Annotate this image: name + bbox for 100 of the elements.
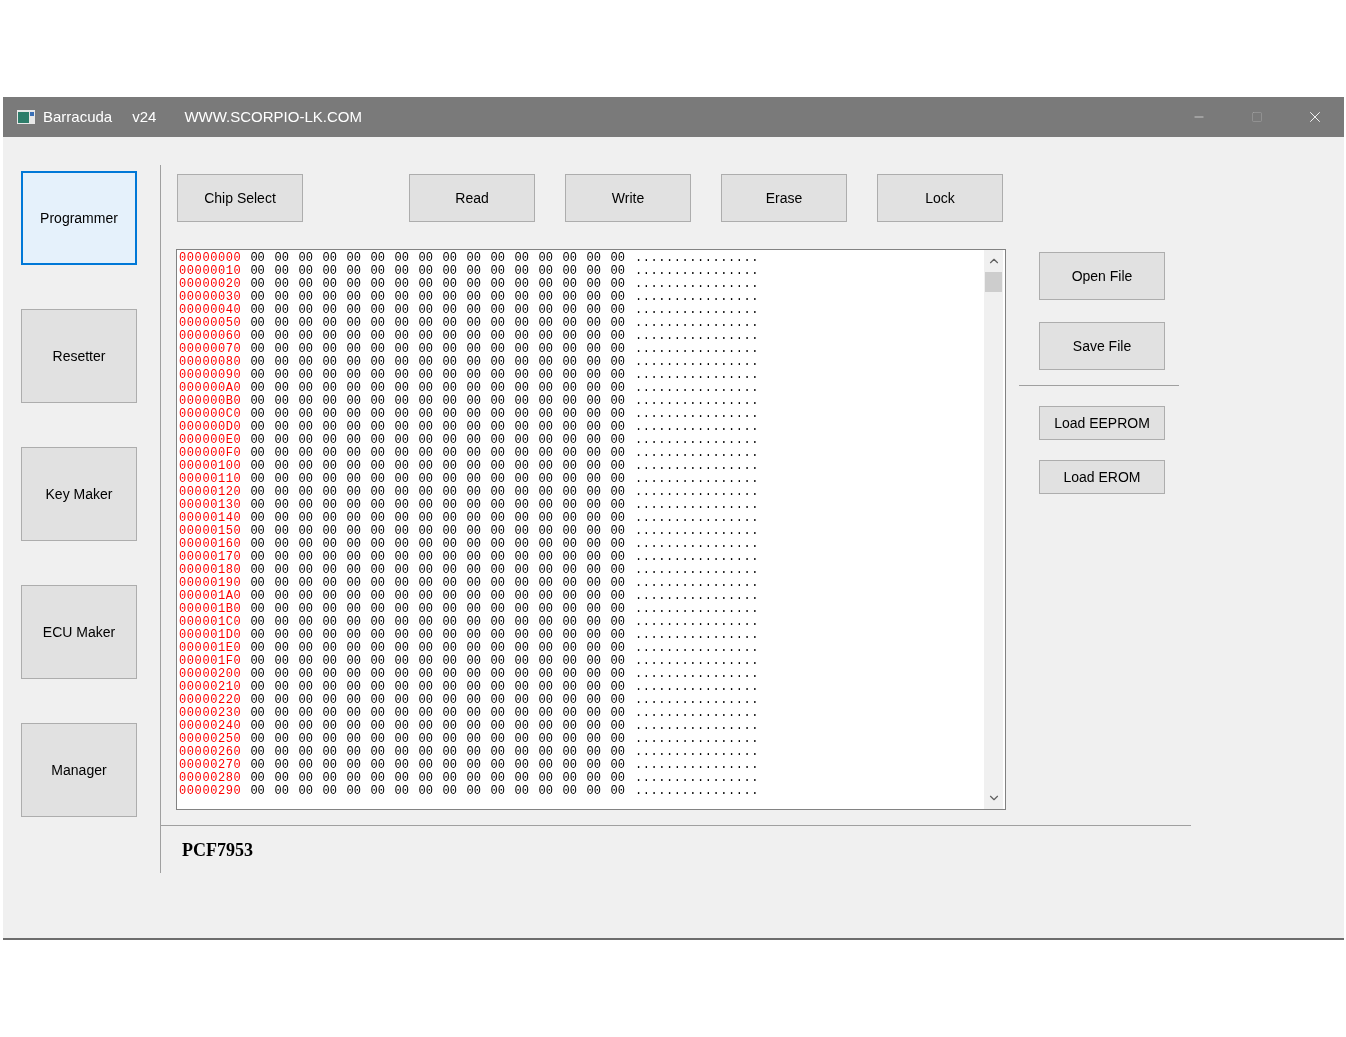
hex-address: 000001A0	[179, 590, 242, 603]
hex-ascii: ................	[634, 447, 759, 460]
hex-bytes: 00 00 00 00 00 00 00 00 00 00 00 00 00 00 00 00	[250, 616, 625, 629]
hex-address: 00000280	[179, 772, 242, 785]
hex-bytes: 00 00 00 00 00 00 00 00 00 00 00 00 00 00 00 00	[250, 486, 625, 499]
hex-address: 00000290	[179, 785, 242, 798]
hex-ascii: ................	[634, 460, 759, 473]
hex-bytes: 00 00 00 00 00 00 00 00 00 00 00 00 00 00 00 00	[250, 460, 625, 473]
hex-address: 00000020	[179, 278, 242, 291]
hex-bytes: 00 00 00 00 00 00 00 00 00 00 00 00 00 00 00 00	[250, 421, 625, 434]
nav-button[interactable]: Programmer	[21, 171, 137, 265]
hex-address: 00000220	[179, 694, 242, 707]
hex-bytes: 00 00 00 00 00 00 00 00 00 00 00 00 00 00 00 00	[250, 538, 625, 551]
hex-ascii: ................	[634, 616, 759, 629]
hex-bytes: 00 00 00 00 00 00 00 00 00 00 00 00 00 00 00 00	[250, 655, 625, 668]
hex-address: 00000210	[179, 681, 242, 694]
hex-bytes: 00 00 00 00 00 00 00 00 00 00 00 00 00 00 00 00	[250, 278, 625, 291]
chip-label: PCF7953	[182, 840, 253, 860]
hex-address: 00000120	[179, 486, 242, 499]
hex-bytes: 00 00 00 00 00 00 00 00 00 00 00 00 00 00 00 00	[250, 343, 625, 356]
hex-address: 00000070	[179, 343, 242, 356]
hex-ascii: ................	[634, 252, 759, 265]
hex-bytes: 00 00 00 00 00 00 00 00 00 00 00 00 00 00 00 00	[250, 369, 625, 382]
hex-address: 000001F0	[179, 655, 242, 668]
hex-ascii: ................	[634, 499, 759, 512]
hex-ascii: ................	[634, 759, 759, 772]
hex-ascii: ................	[634, 668, 759, 681]
hex-bytes: 00 00 00 00 00 00 00 00 00 00 00 00 00 00 00 00	[250, 746, 625, 759]
hex-address: 000000F0	[179, 447, 242, 460]
file-button[interactable]: Save File	[1039, 322, 1165, 370]
hex-address: 00000240	[179, 720, 242, 733]
hex-bytes: 00 00 00 00 00 00 00 00 00 00 00 00 00 00 00 00	[250, 603, 625, 616]
hex-ascii: ................	[634, 395, 759, 408]
hex-bytes: 00 00 00 00 00 00 00 00 00 00 00 00 00 00 00 00	[250, 759, 625, 772]
hex-ascii: ................	[634, 733, 759, 746]
hex-bytes: 00 00 00 00 00 00 00 00 00 00 00 00 00 00 00 00	[250, 681, 625, 694]
toolbar-button[interactable]: Lock	[877, 174, 1003, 222]
hex-ascii: ................	[634, 785, 759, 798]
load-button[interactable]: Load EEPROM	[1039, 406, 1165, 440]
nav-button[interactable]: Resetter	[21, 309, 137, 403]
hex-address: 000001E0	[179, 642, 242, 655]
hex-bytes: 00 00 00 00 00 00 00 00 00 00 00 00 00 00 00 00	[250, 590, 625, 603]
hex-address: 000000E0	[179, 434, 242, 447]
hex-bytes: 00 00 00 00 00 00 00 00 00 00 00 00 00 00 00 00	[250, 291, 625, 304]
hex-address: 00000160	[179, 538, 242, 551]
hex-ascii: ................	[634, 681, 759, 694]
hex-address: 000001B0	[179, 603, 242, 616]
version-label: v24	[132, 106, 157, 127]
hex-bytes: 00 00 00 00 00 00 00 00 00 00 00 00 00 00 00 00	[250, 668, 625, 681]
file-button[interactable]: Open File	[1039, 252, 1165, 300]
hex-ascii: ................	[634, 265, 759, 278]
hex-ascii: ................	[634, 707, 759, 720]
hex-address: 00000050	[179, 317, 242, 330]
toolbar-button[interactable]: Read	[409, 174, 535, 222]
toolbar-button[interactable]: Write	[565, 174, 691, 222]
hex-ascii: ................	[634, 369, 759, 382]
hex-ascii: ................	[634, 603, 759, 616]
load-button[interactable]: Load EROM	[1039, 460, 1165, 494]
nav-button[interactable]: Manager	[21, 723, 137, 817]
scrollbar[interactable]	[984, 250, 1003, 809]
hex-bytes: 00 00 00 00 00 00 00 00 00 00 00 00 00 00 00 00	[250, 395, 625, 408]
hex-address: 00000190	[179, 577, 242, 590]
hex-ascii: ................	[634, 538, 759, 551]
nav-button[interactable]: ECU Maker	[21, 585, 137, 679]
hex-address: 000000B0	[179, 395, 242, 408]
hex-ascii: ................	[634, 486, 759, 499]
hex-ascii: ................	[634, 577, 759, 590]
hex-bytes: 00 00 00 00 00 00 00 00 00 00 00 00 00 00 00 00	[250, 317, 625, 330]
hex-address: 00000150	[179, 525, 242, 538]
scrollbar-thumb[interactable]	[985, 272, 1002, 292]
hex-ascii: ................	[634, 356, 759, 369]
hex-ascii: ................	[634, 642, 759, 655]
hex-ascii: ................	[634, 564, 759, 577]
toolbar-button[interactable]: Chip Select	[177, 174, 303, 222]
hex-ascii: ................	[634, 382, 759, 395]
hex-address: 00000170	[179, 551, 242, 564]
hex-ascii: ................	[634, 291, 759, 304]
hex-ascii: ................	[634, 408, 759, 421]
hex-bytes: 00 00 00 00 00 00 00 00 00 00 00 00 00 00 00 00	[250, 356, 625, 369]
hex-address: 00000000	[179, 252, 242, 265]
hex-ascii: ................	[634, 629, 759, 642]
hex-address: 000001C0	[179, 616, 242, 629]
nav-button[interactable]: Key Maker	[21, 447, 137, 541]
hex-bytes: 00 00 00 00 00 00 00 00 00 00 00 00 00 00 00 00	[250, 551, 625, 564]
hex-bytes: 00 00 00 00 00 00 00 00 00 00 00 00 00 00 00 00	[250, 512, 625, 525]
hex-bytes: 00 00 00 00 00 00 00 00 00 00 00 00 00 00 00 00	[250, 577, 625, 590]
hex-address: 00000250	[179, 733, 242, 746]
hex-bytes: 00 00 00 00 00 00 00 00 00 00 00 00 00 00 00 00	[250, 408, 625, 421]
toolbar-button[interactable]: Erase	[721, 174, 847, 222]
maximize-icon	[1251, 111, 1263, 123]
hex-bytes: 00 00 00 00 00 00 00 00 00 00 00 00 00 00 00 00	[250, 304, 625, 317]
hex-address: 00000010	[179, 265, 242, 278]
hex-address: 000001D0	[179, 629, 242, 642]
hex-bytes: 00 00 00 00 00 00 00 00 00 00 00 00 00 00 00 00	[250, 499, 625, 512]
hex-address: 000000D0	[179, 421, 242, 434]
hex-ascii: ................	[634, 421, 759, 434]
hex-address: 00000030	[179, 291, 242, 304]
hex-ascii: ................	[634, 590, 759, 603]
hex-address: 00000060	[179, 330, 242, 343]
hex-ascii: ................	[634, 512, 759, 525]
